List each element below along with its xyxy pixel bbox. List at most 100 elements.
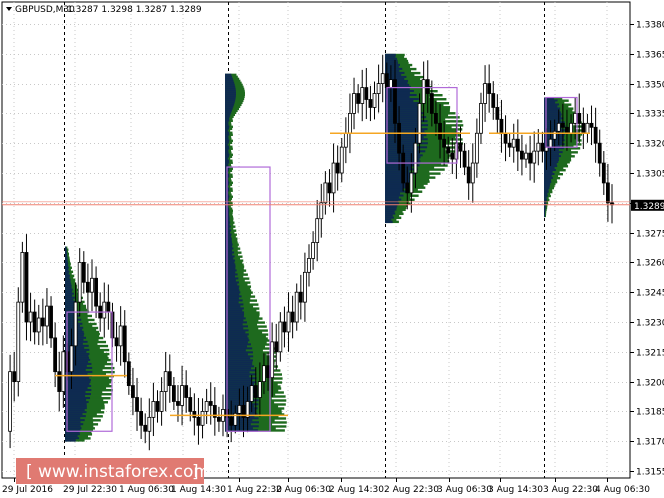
chart-header: GBPUSD,M30 1.3287 1.3298 1.3287 1.3289 [6,5,202,15]
candle-body [458,142,463,152]
candle-body [167,371,172,386]
candle-body [143,424,148,432]
candle-body [61,351,66,392]
candle-body [356,93,361,104]
candle-body [442,138,447,148]
candle-body [470,162,475,184]
candle-body [315,218,320,243]
candle-body [85,281,90,293]
candle-body [8,371,12,432]
candle-body [483,83,487,104]
candle-body [511,138,516,148]
candle-body [343,132,348,148]
candle-body [57,371,62,392]
candle-body [593,126,598,144]
candle-body [491,93,496,108]
candle-body [126,361,131,386]
y-tick-label: 1.3170 [636,438,664,448]
candle-body [171,385,176,402]
candle-body [32,311,37,333]
y-tick-label: 1.3305 [636,170,664,180]
candle-body [364,87,369,100]
candle-body [253,385,258,398]
candle-body [577,113,582,124]
candle-body [339,146,344,174]
candle-body [536,142,541,152]
candle-body [474,132,479,164]
candle-body [249,385,254,402]
candle-body [560,122,565,128]
candle-body [45,305,49,327]
candle-body [49,305,53,339]
candle-body [294,291,299,323]
x-tick-label: 2 Aug 06:30 [276,485,331,495]
y-tick-label: 1.3155 [636,468,664,478]
candle-body [77,261,82,303]
current-price-label: 1.3289 [634,202,664,212]
candle-body [40,317,45,327]
candle-body [589,122,594,128]
candle-body [257,381,262,398]
candle-body [352,93,356,114]
candle-body [229,416,234,426]
candle-body [114,337,119,347]
logo-open-bracket: [ [26,462,33,482]
volume-profile-bar-core [65,439,76,442]
candle-body [540,142,545,152]
candle-body [532,150,537,164]
logo-text: www.instaforex.com [38,462,210,482]
current-price-tag: 1.3289 [631,199,664,212]
candle-body [24,252,29,323]
candle-body [380,73,385,84]
candle-body [163,371,168,392]
candle-body [552,130,557,140]
candle-body [278,321,283,353]
y-tick-label: 1.3260 [636,259,664,269]
candle-body [122,325,127,363]
candle-body [192,410,197,418]
candle-body [139,410,144,426]
candle-body [135,397,139,412]
candle-body [384,73,389,88]
candle-body [569,122,573,134]
candle-body [266,365,270,379]
candle-body [159,391,164,412]
candle-body [73,301,78,347]
candle-body [184,385,189,398]
y-tick-label: 1.3335 [636,110,664,120]
candle-body [601,162,606,184]
x-tick-label: 2 Aug 14:30 [329,485,384,495]
candle-body [323,182,328,204]
candle-body [200,410,205,426]
candle-body [151,401,156,418]
candle-body [208,401,213,406]
y-tick-label: 1.3365 [636,51,664,61]
candle-body [298,291,303,303]
candle-body [20,252,25,303]
candle-body [585,122,590,134]
candle-body [565,126,569,134]
x-tick-label: 1 Aug 22:30 [227,485,282,495]
price-chart: 1.3380 1.3365 1.3350 1.3335 1.3320 1.3305 1.32… [0,0,664,498]
ohlc-readout: 1.3287 1.3298 1.3287 1.3289 [67,5,202,15]
candle-body [286,311,291,333]
candle-body [196,416,201,426]
candle-body [16,301,21,382]
volume-profile-bar-core [385,220,393,224]
y-tick-label: 1.3320 [636,140,664,150]
candle-body [307,258,311,273]
candle-body [290,311,295,323]
candle-body [434,113,438,124]
candle-body [450,152,455,160]
candle-body [417,103,422,144]
candle-body [102,301,107,319]
candle-body [466,166,471,184]
x-tick-label: 3 Aug 06:30 [437,485,492,495]
candle-body [303,271,307,303]
candle-body [270,341,275,379]
candle-body [438,122,442,140]
y-tick-label: 1.3350 [636,81,664,91]
candle-body [217,416,221,422]
candle-body [606,182,610,204]
y-tick-label: 1.3275 [636,230,664,240]
